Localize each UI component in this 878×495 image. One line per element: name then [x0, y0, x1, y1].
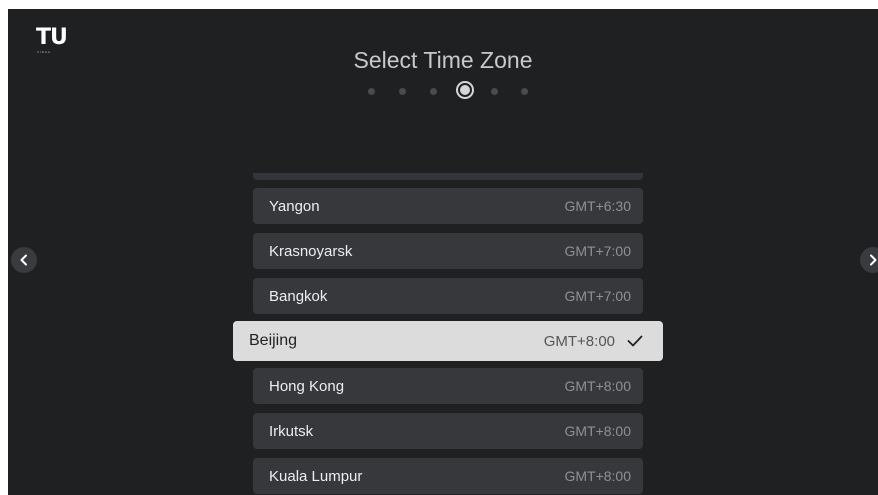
step-indicator — [365, 84, 530, 100]
step-dot — [399, 88, 406, 95]
step-dot — [491, 88, 498, 95]
timezone-city: Irkutsk — [269, 422, 314, 440]
checkmark-icon — [627, 335, 643, 347]
list-scroll-edge — [253, 173, 643, 180]
timezone-offset: GMT+7:00 — [564, 288, 631, 304]
timezone-offset: GMT+8:00 — [564, 423, 631, 439]
timezone-item-bangkok[interactable]: Bangkok GMT+7:00 — [253, 278, 643, 314]
timezone-offset-group: GMT+8:00 — [544, 333, 643, 350]
step-dot — [430, 88, 437, 95]
next-button[interactable] — [860, 247, 878, 273]
timezone-city: Yangon — [269, 197, 320, 215]
timezone-offset: GMT+7:00 — [564, 243, 631, 259]
timezone-item-beijing-selected[interactable]: Beijing GMT+8:00 — [233, 321, 663, 361]
timezone-city: Beijing — [249, 332, 298, 349]
step-dot-active — [460, 85, 470, 95]
timezone-item-hong-kong[interactable]: Hong Kong GMT+8:00 — [253, 368, 643, 404]
timezone-offset: GMT+6:30 — [564, 198, 631, 214]
timezone-item-irkutsk[interactable]: Irkutsk GMT+8:00 — [253, 413, 643, 449]
timezone-city: Krasnoyarsk — [269, 242, 353, 260]
timezone-city: Bangkok — [269, 287, 328, 305]
timezone-offset: GMT+8:00 — [564, 468, 631, 484]
timezone-city: Kuala Lumpur — [269, 467, 363, 485]
brand-logo: TU — [36, 25, 68, 50]
setup-screen: TU VIDAA Select Time Zone Yangon GMT+6:3… — [8, 9, 878, 495]
timezone-item-krasnoyarsk[interactable]: Krasnoyarsk GMT+7:00 — [253, 233, 643, 269]
page-title: Select Time Zone — [353, 47, 533, 73]
timezone-city: Hong Kong — [269, 377, 345, 395]
chevron-left-icon — [20, 254, 27, 266]
timezone-item-kuala-lumpur[interactable]: Kuala Lumpur GMT+8:00 — [253, 458, 643, 494]
timezone-offset: GMT+8:00 — [564, 378, 631, 394]
chevron-right-icon — [870, 254, 877, 266]
prev-button[interactable] — [11, 247, 37, 273]
timezone-offset: GMT+8:00 — [543, 332, 615, 350]
step-dot — [368, 88, 375, 95]
timezone-item-yangon[interactable]: Yangon GMT+6:30 — [253, 188, 643, 224]
step-dot — [521, 88, 528, 95]
